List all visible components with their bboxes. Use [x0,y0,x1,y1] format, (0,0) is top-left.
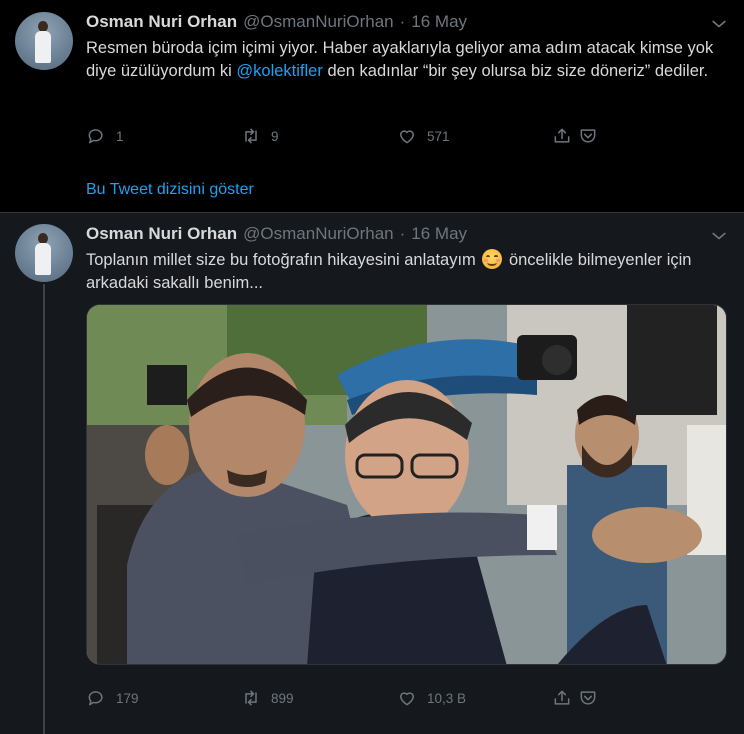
speech-bubble-icon [88,691,103,706]
tweet-date[interactable]: 16 May [411,12,467,32]
show-thread-link[interactable]: Bu Tweet dizisini göster [86,181,254,199]
chevron-down-icon[interactable] [709,226,729,246]
author-name[interactable]: Osman Nuri Orhan [86,224,237,244]
tweet-text: Toplanın millet size bu fotoğrafın hikay… [86,249,736,295]
tweet-text: Resmen büroda içim içimi yiyor. Haber ay… [86,37,736,83]
share-upload-icon [554,128,570,143]
like-button[interactable]: 10,3 B [397,686,466,710]
reply-button[interactable]: 179 [86,686,139,710]
speech-bubble-icon [88,129,103,144]
heart-icon [400,130,414,144]
retweet-arrows-icon [245,690,257,706]
chevron-down-icon[interactable] [709,14,729,34]
tweet-header: Osman Nuri Orhan @OsmanNuriOrhan · 16 Ma… [86,224,467,248]
retweet-count: 9 [271,128,279,144]
like-count: 571 [427,128,450,144]
like-count: 10,3 B [427,690,467,706]
tweet-date[interactable]: 16 May [411,224,467,244]
retweet-button[interactable]: 9 [241,124,279,148]
photo-hug-scene [87,305,726,664]
tweet-header: Osman Nuri Orhan @OsmanNuriOrhan · 16 Ma… [86,12,467,36]
bookmark-button[interactable] [578,124,598,148]
share-upload-icon [554,690,570,705]
share-button[interactable] [552,686,572,710]
pocket-save-icon [580,691,596,705]
separator-dot: · [399,224,406,243]
retweet-button[interactable]: 899 [241,686,294,710]
tweet-first[interactable]: Osman Nuri Orhan @OsmanNuriOrhan · 16 Ma… [0,0,744,212]
author-handle[interactable]: @OsmanNuriOrhan [243,12,393,32]
smiling-face-emoji-icon [482,249,503,269]
mention-link[interactable]: @kolektifler [236,62,322,80]
retweet-count: 899 [271,690,294,706]
tweet-text-part: den kadınlar “bir şey olursa biz size dö… [322,62,709,80]
separator-dot: · [399,12,406,31]
reply-button[interactable]: 1 [86,124,124,148]
tweet-actions: 1 9 571 [86,124,606,148]
retweet-arrows-icon [245,128,257,144]
tweet-text-part: Toplanın millet size bu fotoğrafın hikay… [86,251,481,269]
pocket-save-icon [580,129,596,143]
avatar[interactable] [15,12,73,70]
share-button[interactable] [552,124,572,148]
bookmark-button[interactable] [578,686,598,710]
author-handle[interactable]: @OsmanNuriOrhan [243,224,393,244]
author-name[interactable]: Osman Nuri Orhan [86,12,237,32]
like-button[interactable]: 571 [397,124,450,148]
tweet-actions: 179 899 10,3 B [86,686,606,710]
thread-line [43,284,45,734]
reply-count: 1 [116,128,124,144]
tweet-photo[interactable] [86,304,727,665]
avatar[interactable] [15,224,73,282]
heart-icon [400,692,414,706]
reply-count: 179 [116,690,139,706]
